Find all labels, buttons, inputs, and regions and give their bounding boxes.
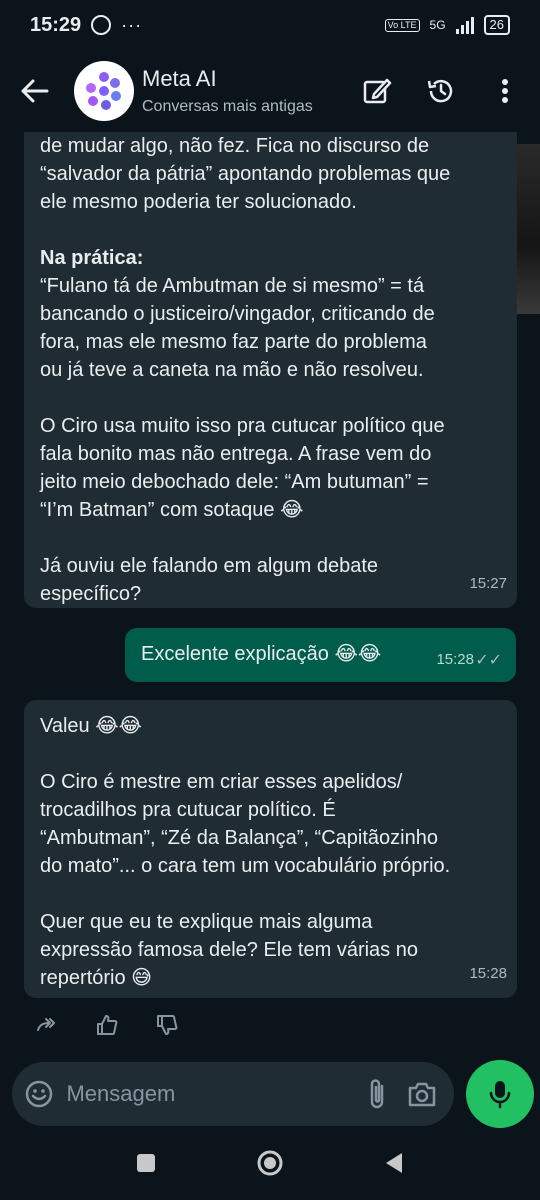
message-actions	[34, 1012, 180, 1038]
status-left: 15:29 ···	[30, 14, 142, 37]
system-nav-bar	[0, 1130, 540, 1200]
message-time: 15:28	[469, 965, 507, 982]
header-actions	[362, 76, 540, 106]
chat-header: Meta AI Conversas mais antigas	[0, 50, 540, 132]
battery-level: 26	[489, 17, 504, 32]
message-time: 15:27	[469, 575, 507, 592]
camera-icon[interactable]	[399, 1080, 444, 1108]
volte-badge: Vo LTE	[384, 18, 420, 32]
message-paragraph: Quer que eu te explique mais alguma expr…	[40, 911, 418, 989]
emoji-icon[interactable]	[12, 1079, 66, 1109]
status-right: Vo LTE 5G 26	[384, 15, 510, 35]
message-paragraph: O Ciro é mestre em criar esses apelidos/…	[40, 771, 451, 877]
status-time: 15:29	[30, 13, 82, 36]
recents-icon[interactable]	[136, 1153, 156, 1178]
mic-button[interactable]	[466, 1060, 534, 1128]
message-paragraph: O Ciro usa muito isso pra cutucar políti…	[40, 415, 445, 521]
signal-icon	[455, 16, 474, 34]
status-bar: 15:29 ··· Vo LTE 5G 26	[0, 0, 540, 50]
back-icon[interactable]	[384, 1152, 404, 1179]
read-receipt-icon: ✓✓	[475, 652, 502, 669]
message-paragraph: Valeu 😂😂	[40, 715, 142, 737]
mic-icon	[489, 1081, 511, 1109]
incoming-message[interactable]: Valeu 😂😂 O Ciro é mestre em criar esses …	[24, 700, 517, 998]
more-options-icon[interactable]	[490, 76, 520, 106]
battery-icon: 26	[483, 15, 510, 35]
edit-icon[interactable]	[362, 76, 392, 106]
back-arrow-icon[interactable]	[0, 50, 70, 132]
history-icon[interactable]	[426, 76, 456, 106]
attach-icon[interactable]	[354, 1078, 399, 1110]
message-paragraph: Já ouviu ele falando em algum debate esp…	[40, 555, 379, 605]
thumbs-down-icon[interactable]	[154, 1012, 180, 1038]
home-icon[interactable]	[256, 1149, 284, 1182]
chat-subtitle: Conversas mais antigas	[142, 98, 313, 115]
message-paragraph: de mudar algo, não fez. Fica no discurso…	[40, 135, 451, 213]
whatsapp-notification-icon	[91, 15, 112, 35]
thumbs-up-icon[interactable]	[94, 1012, 120, 1038]
message-composer	[12, 1062, 454, 1126]
meta-ai-avatar[interactable]	[74, 61, 134, 121]
chat-title: Meta AI	[142, 66, 217, 91]
chat-title-block[interactable]: Meta AI Conversas mais antigas	[142, 66, 313, 116]
more-notifications-icon: ···	[121, 14, 143, 35]
incoming-message[interactable]: de mudar algo, não fez. Fica no discurso…	[24, 132, 517, 608]
message-time: 15:28	[436, 651, 474, 668]
forward-icon[interactable]	[34, 1012, 60, 1038]
outgoing-message[interactable]: Excelente explicação 😂😂 15:28 ✓✓	[125, 628, 516, 682]
message-heading: Na prática:	[40, 247, 144, 269]
network-label: 5G	[429, 18, 446, 32]
chat-area[interactable]: de mudar algo, não fez. Fica no discurso…	[0, 132, 540, 1060]
message-paragraph: “Fulano tá de Ambutman de si mesmo” = tá…	[40, 275, 435, 381]
message-input[interactable]	[66, 1081, 355, 1107]
